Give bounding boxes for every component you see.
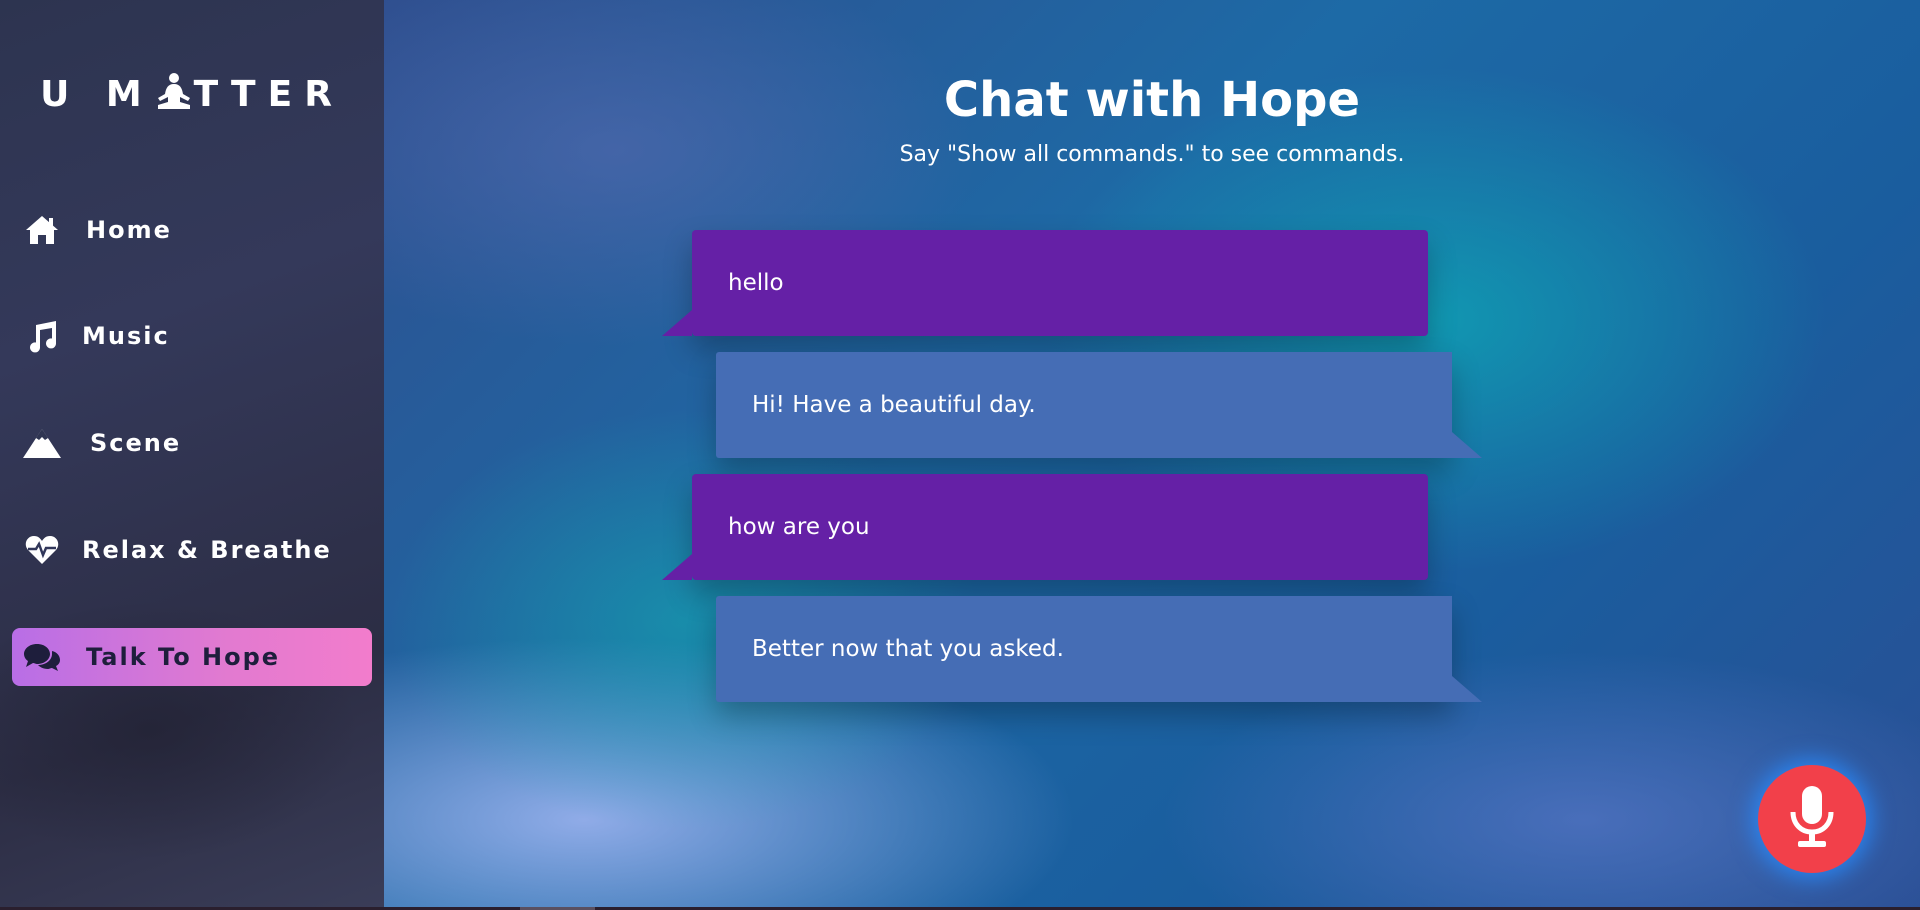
sidebar-item-relax-breathe[interactable]: Relax & Breathe [12,521,372,579]
music-note-icon [22,316,62,356]
chat-bubbles-icon [22,637,62,677]
bot-message: Hi! Have a beautiful day. [716,352,1482,458]
heartbeat-icon [22,530,62,570]
message-text: Better now that you asked. [752,636,1064,662]
sidebar-item-label: Home [86,216,172,244]
app: U M TTER Home Music Scene Relax & Breathe [0,0,1920,908]
bot-message: Better now that you asked. [716,596,1482,702]
mountain-icon [22,423,62,463]
chat-panel: Chat with Hope Say "Show all commands." … [384,0,1920,908]
user-message: how are you [662,474,1428,580]
user-message: hello [662,230,1428,336]
message-text: Hi! Have a beautiful day. [752,392,1036,418]
sidebar-item-home[interactable]: Home [12,201,372,259]
sidebar-item-music[interactable]: Music [12,307,372,365]
brand-text-end: TTER [193,74,344,115]
sidebar-item-label: Scene [90,429,182,457]
sidebar-item-talk-to-hope[interactable]: Talk To Hope [12,628,372,686]
sidebar-item-scene[interactable]: Scene [12,414,372,472]
sidebar-item-label: Relax & Breathe [82,536,332,564]
meditation-icon [154,72,194,110]
microphone-icon [1788,784,1836,854]
page-title: Chat with Hope [943,72,1361,128]
sidebar-item-label: Talk To Hope [86,643,281,671]
message-text: hello [728,270,784,296]
sidebar: U M TTER Home Music Scene Relax & Breathe [0,0,384,908]
brand-text-start: U M [40,74,154,115]
brand-logo: U M TTER [0,72,384,115]
message-text: how are you [728,514,870,540]
microphone-button[interactable] [1758,765,1866,873]
home-icon [22,210,62,250]
sidebar-item-label: Music [82,322,170,350]
page-subtitle: Say "Show all commands." to see commands… [899,142,1405,167]
